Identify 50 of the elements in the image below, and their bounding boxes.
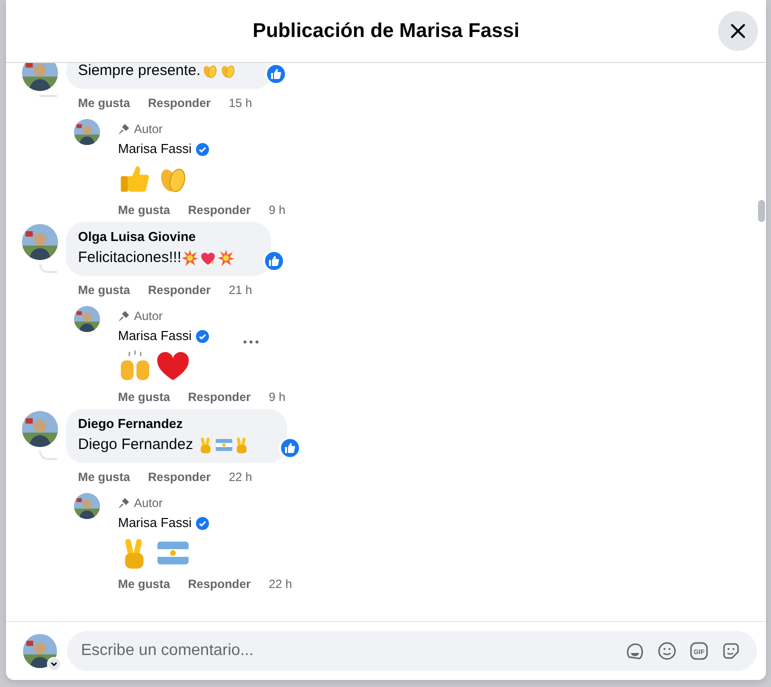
timestamp: 15 h	[228, 95, 252, 111]
timestamp: 21 h	[228, 282, 252, 298]
burst-icon	[217, 249, 236, 267]
chevron-down-icon[interactable]	[47, 657, 61, 671]
author-label: Autor	[134, 495, 163, 511]
raised-hands-icon	[118, 349, 152, 383]
comment-text: Diego Fernandez	[78, 435, 194, 455]
scrollbar-thumb[interactable]	[758, 200, 765, 222]
comment-text: Siempre presente.	[78, 63, 201, 81]
like-link[interactable]: Me gusta	[118, 576, 170, 592]
burst-icon	[181, 249, 200, 267]
like-link[interactable]: Me gusta	[118, 202, 170, 218]
reply-link[interactable]: Responder	[188, 576, 251, 592]
close-button[interactable]	[718, 11, 758, 51]
close-icon	[728, 21, 748, 41]
dialog-title: Publicación de Marisa Fassi	[252, 20, 520, 42]
commenter-name[interactable]: Marisa Fassi	[118, 139, 192, 159]
commenter-name[interactable]: Marisa Fassi	[118, 326, 192, 346]
commenter-name[interactable]: Marisa Fassi	[118, 513, 192, 533]
sticker-icon[interactable]	[721, 641, 741, 661]
like-link[interactable]: Me gusta	[78, 95, 130, 111]
thread-line	[39, 451, 57, 460]
microphone-icon	[118, 310, 130, 322]
clapping-hands-icon	[218, 63, 237, 80]
flag-icon	[215, 436, 234, 454]
reply-link[interactable]: Responder	[148, 469, 211, 485]
like-link[interactable]: Me gusta	[78, 282, 130, 298]
avatar-sticker-icon[interactable]	[625, 641, 645, 661]
reply-link[interactable]: Responder	[148, 95, 211, 111]
more-options-icon[interactable]	[242, 340, 259, 344]
author-label: Autor	[134, 308, 163, 324]
heart-icon	[156, 349, 190, 383]
thread-line	[39, 264, 57, 273]
like-link[interactable]: Me gusta	[78, 469, 130, 485]
microphone-icon	[118, 497, 130, 509]
reply-link[interactable]: Responder	[188, 389, 251, 405]
microphone-icon	[118, 123, 130, 135]
commenter-name[interactable]: Diego Fernandez	[78, 416, 252, 432]
commenter-name[interactable]: Olga Luisa Giovine	[78, 229, 236, 245]
author-label: Autor	[134, 121, 163, 137]
comment-text: Felicitaciones!!!	[78, 248, 182, 268]
timestamp: 9 h	[268, 389, 286, 405]
clapping-hands-icon	[200, 63, 219, 80]
timestamp: 9 h	[268, 202, 286, 218]
timestamp: 22 h	[228, 469, 252, 485]
reply-link[interactable]: Responder	[148, 282, 211, 298]
timestamp: 22 h	[268, 576, 292, 592]
like-link[interactable]: Me gusta	[118, 389, 170, 405]
reply-link[interactable]: Responder	[188, 202, 251, 218]
emoji-icon[interactable]	[657, 641, 677, 661]
